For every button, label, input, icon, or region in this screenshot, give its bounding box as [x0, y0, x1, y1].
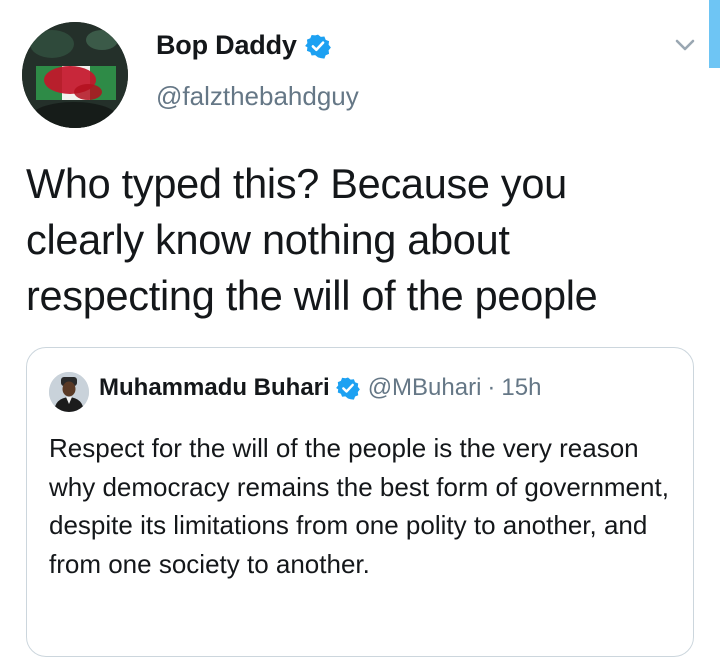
quoted-author-display-name[interactable]: Muhammadu Buhari — [99, 374, 330, 402]
author-avatar[interactable] — [22, 22, 128, 128]
author-display-name[interactable]: Bop Daddy — [156, 30, 297, 61]
verified-badge-icon — [304, 34, 331, 59]
author-handle[interactable]: @falzthebahdguy — [156, 81, 359, 112]
author-name-row: Bop Daddy — [156, 30, 331, 61]
tweet-text: Who typed this? Because you clearly know… — [26, 160, 598, 319]
quoted-tweet-header: Muhammadu Buhari @MBuhari · 15h — [99, 374, 541, 402]
avatar-image — [22, 22, 128, 128]
chevron-down-icon[interactable] — [672, 34, 698, 56]
quoted-tweet-text: Respect for the will of the people is th… — [49, 433, 669, 579]
quoted-tweet-timestamp[interactable]: 15h — [501, 374, 541, 402]
header-separator: · — [487, 374, 496, 401]
quoted-author-handle[interactable]: @MBuhari — [368, 374, 482, 402]
quoted-tweet-card[interactable]: Muhammadu Buhari @MBuhari · 15h Respect … — [26, 347, 694, 657]
quoted-avatar-image — [49, 372, 89, 412]
verified-badge-icon — [335, 377, 360, 400]
quoted-author-avatar[interactable] — [49, 372, 89, 412]
scrollbar-thumb[interactable] — [709, 0, 720, 68]
